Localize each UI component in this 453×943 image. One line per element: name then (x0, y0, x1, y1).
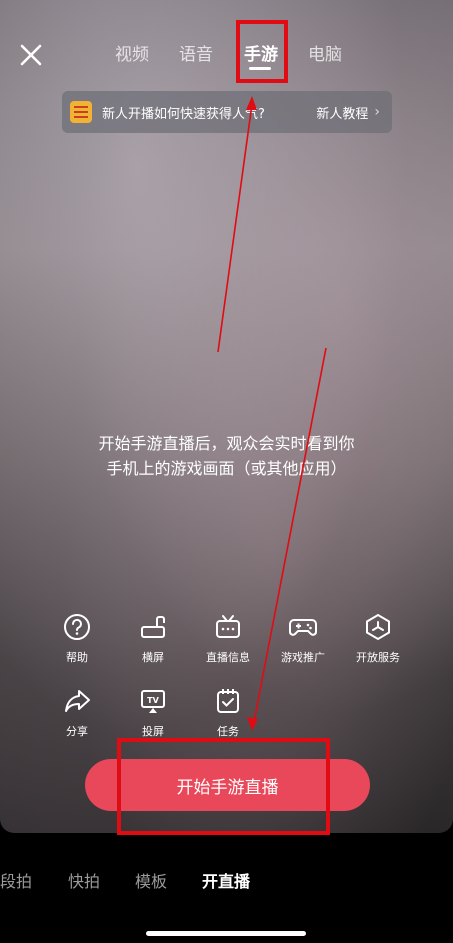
cast-screen-label: 投屏 (142, 725, 164, 738)
svg-text:TV: TV (147, 696, 159, 705)
home-indicator (146, 931, 306, 936)
live-type-tabs: 视频 语音 手游 电脑 (0, 40, 453, 70)
tab-voice[interactable]: 语音 (179, 40, 213, 65)
nav-segment-shoot[interactable]: 段拍 (0, 868, 32, 892)
gamepad-icon (289, 619, 317, 636)
help-label: 帮助 (66, 651, 88, 664)
cast-screen-button[interactable]: TV 投屏 (113, 687, 193, 739)
hint-line-1: 开始手游直播后，观众会实时看到你 (98, 434, 355, 453)
landscape-label: 横屏 (142, 651, 164, 664)
book-icon (70, 101, 92, 123)
tab-computer[interactable]: 电脑 (308, 40, 342, 65)
live-info-button[interactable]: 直播信息 (188, 613, 268, 665)
game-promo-button[interactable]: 游戏推广 (263, 613, 343, 665)
bottom-mode-nav: 段拍 快拍 模板 开直播 (0, 868, 453, 894)
tab-video[interactable]: 视频 (115, 40, 149, 65)
task-button[interactable]: 任务 (188, 687, 268, 739)
landscape-icon (141, 616, 165, 638)
game-promo-label: 游戏推广 (281, 651, 325, 664)
help-button[interactable]: 帮助 (37, 613, 117, 665)
nav-quick-shoot[interactable]: 快拍 (68, 868, 100, 892)
task-label: 任务 (217, 725, 239, 738)
annotation-box-start-button (117, 738, 330, 835)
cast-tv-icon: TV (141, 690, 165, 713)
nav-go-live[interactable]: 开直播 (202, 868, 250, 892)
share-icon (65, 690, 90, 712)
task-icon (217, 689, 239, 713)
open-service-button[interactable]: 开放服务 (338, 613, 418, 665)
annotation-box-tab (236, 20, 288, 83)
landscape-button[interactable]: 横屏 (113, 613, 193, 665)
newbie-tutorial-banner[interactable]: 新人开播如何快速获得人气? 新人教程 › (62, 91, 392, 133)
tv-info-icon (216, 615, 240, 638)
open-service-icon (366, 613, 390, 641)
open-service-label: 开放服务 (356, 651, 400, 664)
chevron-right-icon: › (374, 104, 380, 120)
tutorial-link[interactable]: 新人教程 (316, 103, 368, 122)
share-label: 分享 (66, 725, 88, 738)
share-button[interactable]: 分享 (37, 687, 117, 739)
banner-text: 新人开播如何快速获得人气? (102, 106, 265, 122)
help-icon (64, 614, 90, 640)
mobile-game-live-hint: 开始手游直播后，观众会实时看到你 手机上的游戏画面（或其他应用） (0, 431, 453, 481)
camera-preview: 视频 语音 手游 电脑 新人开播如何快速获得人气? 新人教程 › 开始手游直播后… (0, 0, 453, 833)
nav-template[interactable]: 模板 (135, 868, 167, 892)
hint-line-2: 手机上的游戏画面（或其他应用） (106, 459, 347, 478)
live-info-label: 直播信息 (206, 651, 250, 664)
